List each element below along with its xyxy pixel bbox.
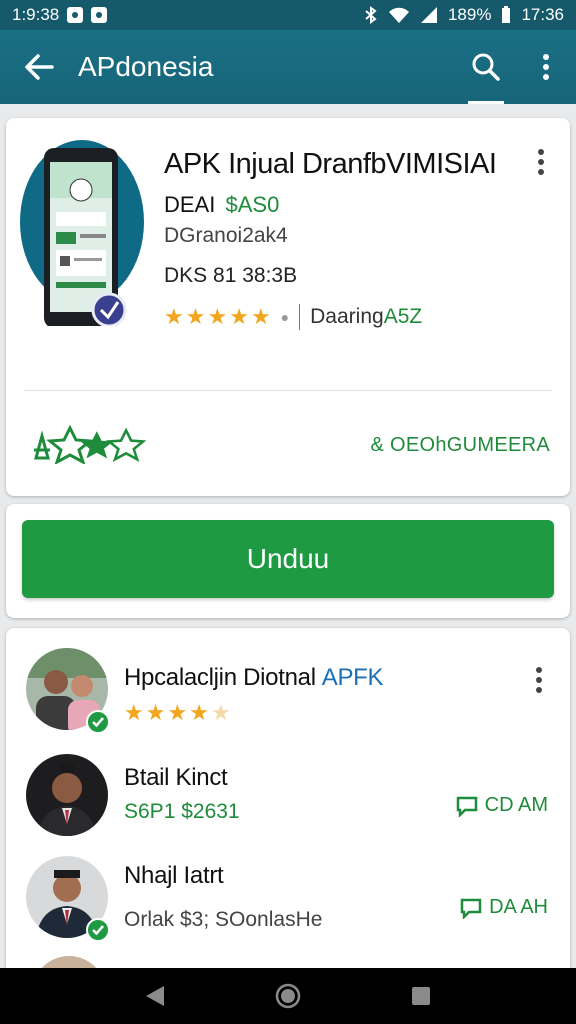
reviewer-name: Hpcalacljin Diotnal — [124, 664, 316, 691]
star-icon: ★ — [210, 700, 231, 725]
app-bar: APdonesia — [0, 30, 576, 104]
more-vert-icon — [536, 667, 542, 693]
divider — [24, 390, 552, 391]
app-bar-title: APdonesia — [78, 51, 214, 82]
review-action-label: CD AM — [484, 794, 548, 816]
reviews-card: Hpcalacljin Diotnal APFK ★ ★ ★ ★ ★ Btail … — [6, 628, 570, 988]
star-icon: ★ — [207, 304, 228, 329]
status-time-right: 17:36 — [521, 5, 564, 24]
price-label: DEAI — [164, 192, 216, 217]
app-info-card: APK Injual DranfbVIMISIAI DEAI $AS0 DGra… — [6, 118, 570, 496]
star-icon: ★ — [167, 700, 188, 725]
review-action-button[interactable]: DA AH — [459, 896, 548, 919]
app-icon[interactable] — [20, 140, 150, 328]
reviewer-name: Nhajl Iatrt — [124, 862, 224, 889]
badge-icon — [34, 424, 147, 464]
verified-icon — [86, 918, 110, 942]
downloads-count: A5Z — [383, 305, 423, 328]
nav-back-icon[interactable] — [144, 984, 166, 1008]
review-item[interactable]: Btail Kinct S6P1 $2631 CD AM — [6, 744, 570, 840]
nav-home-icon[interactable] — [275, 983, 301, 1009]
star-icon: ★ — [229, 304, 249, 329]
star-icon: ★ — [185, 304, 206, 329]
review-item[interactable]: Nhajl Iatrt Orlak $3; SOonlasHe DA AH — [6, 846, 570, 942]
more-info-link[interactable]: & OEOhGUMEERA — [371, 434, 551, 457]
rating-stars: ★ ★ ★ ★ ★ — [164, 306, 271, 328]
notification-icon-2 — [91, 7, 108, 23]
review-stars: ★ ★ ★ ★ ★ — [124, 702, 231, 724]
star-icon: ★ — [124, 700, 144, 725]
back-button[interactable] — [0, 30, 78, 104]
separator-bar — [299, 304, 301, 330]
search-button[interactable] — [456, 30, 516, 104]
nav-recents-icon[interactable] — [410, 985, 432, 1007]
price-row: DEAI $AS0 — [164, 192, 279, 218]
downloads-label: Daaring — [310, 305, 384, 328]
star-icon: ★ — [145, 700, 166, 725]
badge-icons[interactable] — [32, 424, 152, 464]
more-vert-icon — [543, 54, 549, 80]
star-icon: ★ — [189, 700, 209, 725]
developer-name[interactable]: DGranoi2ak4 — [164, 224, 288, 248]
battery-icon — [502, 6, 511, 23]
battery-percent: 189% — [447, 5, 492, 24]
comment-icon — [456, 796, 477, 817]
separator-dot: ● — [280, 309, 290, 325]
system-nav-bar — [0, 968, 576, 1024]
reviewer-name: Btail Kinct — [124, 764, 228, 791]
more-vert-icon — [538, 149, 544, 175]
verified-icon — [86, 710, 110, 734]
review-title: Hpcalacljin Diotnal APFK — [124, 664, 384, 692]
review-tag: APFK — [321, 664, 384, 691]
notification-icon — [67, 7, 84, 23]
star-icon: ★ — [164, 304, 184, 329]
review-action-label: DA AH — [489, 896, 548, 918]
back-arrow-icon — [25, 54, 54, 80]
rating-row: ★ ★ ★ ★ ★ ● Daaring A5Z — [164, 304, 422, 330]
app-card-menu-button[interactable] — [526, 142, 556, 182]
status-time-left: 1:9:38 — [12, 5, 60, 24]
app-title: APK Injual DranfbVIMISIAI — [164, 148, 497, 180]
install-button[interactable]: Unduu — [22, 520, 554, 598]
search-icon — [472, 53, 500, 81]
status-bar: 1:9:38 189% 17:36 — [0, 0, 576, 30]
signal-icon — [420, 7, 437, 23]
review-subtitle: Orlak $3; SOonlasHe — [124, 908, 323, 931]
install-card: Unduu — [6, 504, 570, 618]
review-item[interactable]: Hpcalacljin Diotnal APFK ★ ★ ★ ★ ★ — [6, 638, 570, 734]
review-action-button[interactable]: CD AM — [455, 794, 548, 817]
review-subtitle: S6P1 $2631 — [124, 800, 240, 823]
comment-icon — [460, 898, 482, 919]
star-icon: ★ — [250, 304, 271, 329]
review-menu-button[interactable] — [524, 660, 554, 700]
app-size: DKS 81 38:3B — [164, 264, 298, 287]
overflow-menu-button[interactable] — [516, 30, 576, 104]
wifi-icon — [388, 7, 409, 23]
bluetooth-icon — [365, 6, 377, 24]
price-value: $AS0 — [225, 192, 280, 217]
app-icon-image — [20, 140, 144, 328]
avatar — [26, 754, 108, 836]
